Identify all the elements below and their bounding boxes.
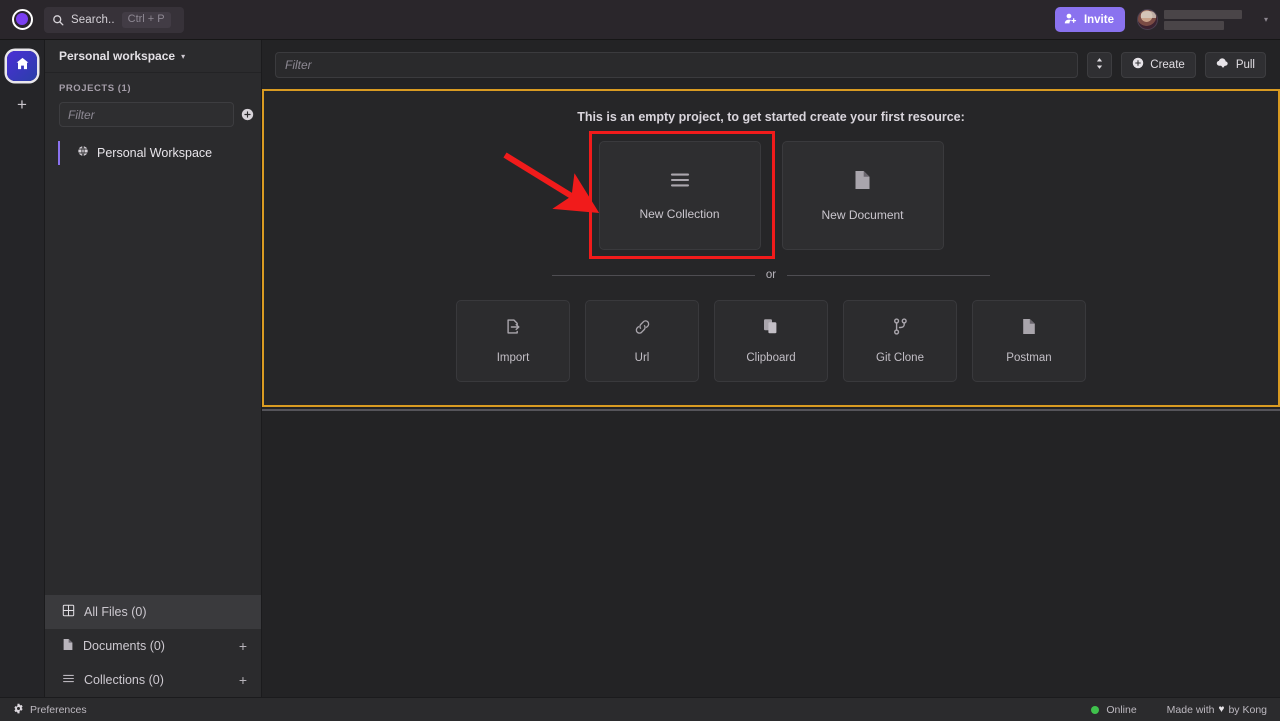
new-document-card[interactable]: New Document — [782, 141, 944, 250]
main-pane: Create Pull This is an empty project, to… — [262, 40, 1280, 697]
import-card-label: Import — [497, 352, 530, 364]
sort-updown-icon — [1094, 57, 1105, 73]
pull-button-label: Pull — [1236, 59, 1255, 71]
empty-project-panel: This is an empty project, to get started… — [262, 89, 1280, 407]
top-bar: Search.. Ctrl + P Invite ▾ — [0, 0, 1280, 40]
list-icon — [62, 672, 75, 688]
project-filter-row — [59, 102, 249, 127]
link-icon — [634, 319, 651, 340]
workspace-switcher-label: Personal workspace — [59, 49, 175, 63]
url-card[interactable]: Url — [585, 300, 699, 382]
git-branch-icon — [893, 318, 908, 340]
file-icon — [62, 638, 74, 654]
projects-heading: PROJECTS (1) — [59, 83, 249, 94]
left-rail: + — [0, 40, 45, 697]
avatar — [1137, 9, 1158, 30]
plus-circle-icon[interactable] — [241, 108, 254, 121]
sidebar-item-collections[interactable]: Collections (0) + — [45, 663, 261, 697]
made-with-prefix: Made with — [1167, 704, 1215, 716]
made-with-credit: Made with ♥ by Kong — [1167, 704, 1267, 716]
import-source-cards: Import Url Clipboard — [262, 300, 1280, 382]
divider-line-right — [787, 275, 990, 276]
sidebar-item-label: Collections (0) — [84, 673, 164, 687]
sidebar: Personal workspace ▾ PROJECTS (1) — [45, 40, 262, 697]
preferences-button[interactable]: Preferences — [0, 703, 87, 717]
clipboard-card-label: Clipboard — [746, 352, 795, 364]
made-with-suffix: by Kong — [1228, 704, 1267, 716]
clipboard-copy-icon — [763, 318, 779, 340]
status-bar-right: Online Made with ♥ by Kong — [1091, 704, 1280, 716]
status-bar: Preferences Online Made with ♥ by Kong — [0, 697, 1280, 721]
status-badge: Online — [1091, 704, 1136, 716]
workspace-switcher[interactable]: Personal workspace ▾ — [45, 40, 261, 73]
or-divider: or — [552, 269, 990, 281]
postman-card-label: Postman — [1006, 352, 1051, 364]
globe-icon — [77, 144, 89, 162]
search-placeholder-label: Search.. — [71, 14, 115, 26]
invite-button[interactable]: Invite — [1055, 7, 1125, 32]
gear-icon — [13, 703, 24, 717]
project-list: Personal Workspace — [59, 141, 249, 165]
git-clone-card[interactable]: Git Clone — [843, 300, 957, 382]
cloud-download-icon — [1216, 57, 1230, 72]
sort-button[interactable] — [1087, 52, 1112, 78]
new-document-card-label: New Document — [821, 208, 903, 222]
clipboard-card[interactable]: Clipboard — [714, 300, 828, 382]
insomnia-logo-icon — [12, 9, 33, 30]
sidebar-item-personal-workspace[interactable]: Personal Workspace — [58, 141, 249, 165]
postman-card[interactable]: Postman — [972, 300, 1086, 382]
user-plus-icon — [1064, 12, 1077, 28]
empty-state-title: This is an empty project, to get started… — [262, 110, 1280, 124]
account-menu[interactable]: ▾ — [1135, 0, 1270, 39]
project-filter-input[interactable] — [59, 102, 234, 127]
primary-resource-cards: New Collection New Document — [262, 141, 1280, 250]
app-logo[interactable] — [0, 9, 44, 30]
sidebar-item-all-files[interactable]: All Files (0) — [45, 595, 261, 629]
status-dot-icon — [1091, 706, 1099, 714]
file-icon — [1022, 318, 1036, 340]
or-label: or — [766, 269, 776, 281]
import-card[interactable]: Import — [456, 300, 570, 382]
search-input[interactable]: Search.. Ctrl + P — [44, 7, 184, 33]
url-card-label: Url — [635, 352, 650, 364]
preferences-label: Preferences — [30, 704, 87, 716]
main-toolbar: Create Pull — [262, 40, 1280, 89]
new-collection-card[interactable]: New Collection — [599, 141, 761, 250]
invite-button-label: Invite — [1084, 14, 1114, 26]
home-icon — [15, 56, 30, 76]
sidebar-item-label: All Files (0) — [84, 605, 147, 619]
status-label: Online — [1106, 704, 1136, 716]
sidebar-item-label: Personal Workspace — [97, 146, 212, 160]
sidebar-item-label: Documents (0) — [83, 639, 165, 653]
file-icon — [854, 170, 871, 195]
top-bar-right: Invite ▾ — [1055, 0, 1280, 39]
home-button[interactable] — [7, 51, 37, 81]
file-nav: All Files (0) Documents (0) + Collection… — [45, 595, 261, 697]
collection-lines-icon — [669, 171, 691, 194]
sidebar-item-documents[interactable]: Documents (0) + — [45, 629, 261, 663]
file-import-icon — [506, 318, 521, 340]
heart-icon: ♥ — [1219, 704, 1225, 715]
git-clone-card-label: Git Clone — [876, 352, 924, 364]
chevron-down-icon: ▾ — [181, 52, 185, 61]
search-shortcut-badge: Ctrl + P — [122, 12, 171, 28]
create-button[interactable]: Create — [1121, 52, 1196, 78]
new-collection-card-label: New Collection — [639, 207, 719, 221]
chevron-down-icon: ▾ — [1264, 15, 1268, 24]
filter-input[interactable] — [275, 52, 1078, 78]
add-workspace-button[interactable]: + — [10, 93, 34, 115]
add-collection-button[interactable]: + — [239, 673, 247, 687]
account-name-redacted — [1164, 10, 1242, 30]
search-icon — [52, 14, 64, 26]
divider-line-left — [552, 275, 755, 276]
grid-icon — [62, 604, 75, 620]
pull-button[interactable]: Pull — [1205, 52, 1266, 78]
plus-circle-icon — [1132, 57, 1144, 72]
create-button-label: Create — [1150, 59, 1185, 71]
projects-section: PROJECTS (1) Personal Workspac — [45, 73, 261, 165]
add-document-button[interactable]: + — [239, 639, 247, 653]
panel-bottom-rule — [262, 409, 1280, 411]
